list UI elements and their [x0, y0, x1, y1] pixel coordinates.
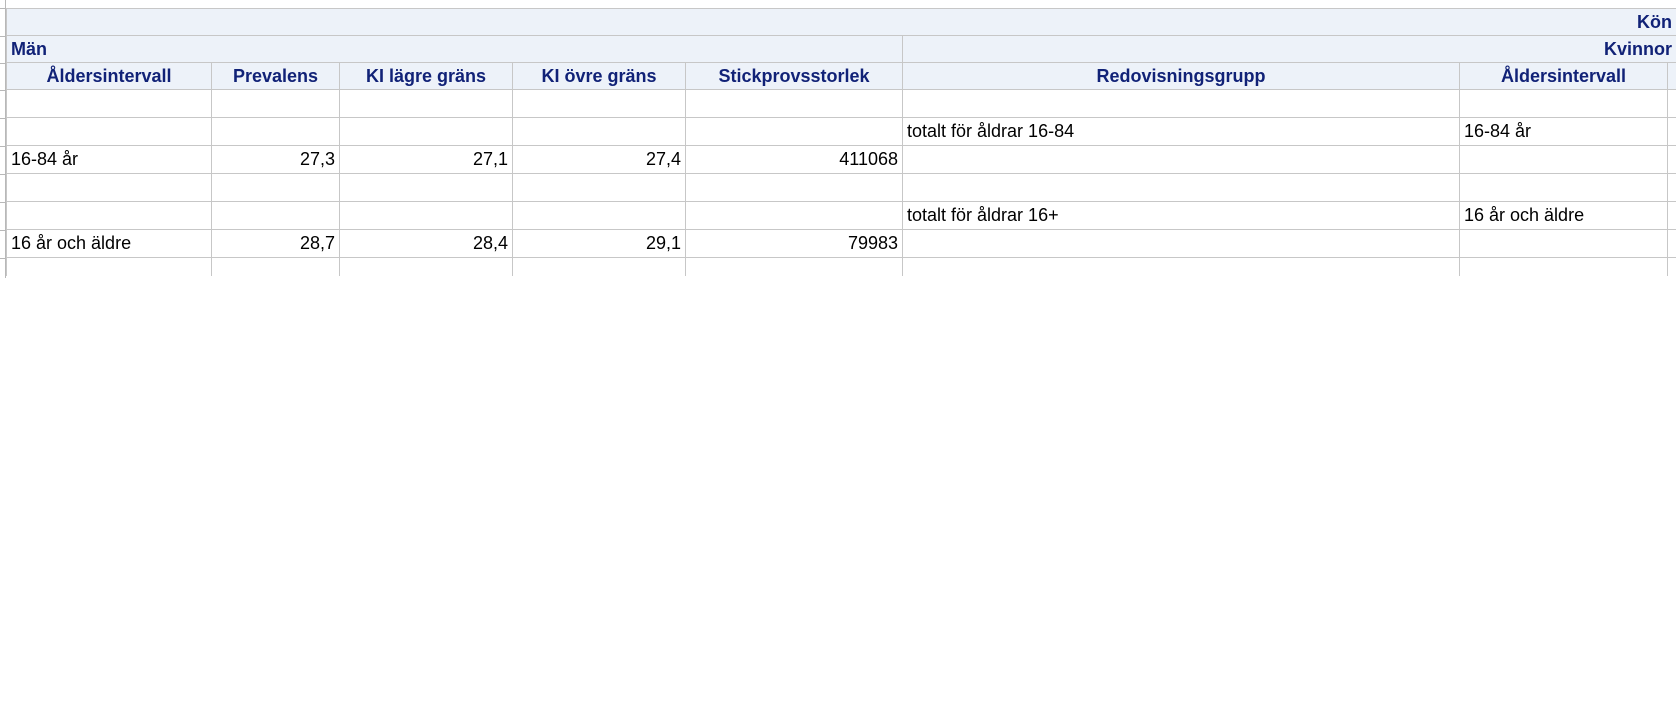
- column-header-overflow: [1667, 62, 1676, 90]
- gutter-tick: [0, 90, 5, 91]
- table-cell[interactable]: [1667, 173, 1676, 202]
- gutter-tick: [0, 146, 5, 147]
- table-cell[interactable]: [685, 89, 903, 118]
- table-cell[interactable]: [685, 117, 903, 146]
- header-row-kon: Kön: [6, 8, 1676, 36]
- table-cell[interactable]: [339, 117, 513, 146]
- table-cell[interactable]: [1459, 173, 1668, 202]
- table-cell[interactable]: [685, 173, 903, 202]
- table-cell[interactable]: [902, 173, 1460, 202]
- table-row: 16 år och äldre 28,7 28,4 29,1 79983: [6, 229, 1676, 258]
- table-cell[interactable]: [1667, 89, 1676, 118]
- table-cell[interactable]: [211, 201, 340, 230]
- table-cell[interactable]: [512, 173, 686, 202]
- table-cell[interactable]: [6, 117, 212, 146]
- gutter-tick: [0, 258, 5, 259]
- table-cell[interactable]: [512, 257, 686, 276]
- gutter-tick: [0, 174, 5, 175]
- table-cell[interactable]: [211, 173, 340, 202]
- gutter-tick: [0, 230, 5, 231]
- table-row: [6, 89, 1676, 118]
- table-cell[interactable]: [6, 201, 212, 230]
- gutter-tick: [0, 202, 5, 203]
- results-table: Kön Män Kvinnor Åldersintervall Prevalen…: [6, 8, 1676, 276]
- table-cell[interactable]: 16 år och äldre: [1459, 201, 1668, 230]
- table-row: [6, 257, 1676, 276]
- table-cell[interactable]: 27,4: [512, 145, 686, 174]
- table-cell[interactable]: [902, 145, 1460, 174]
- table-cell[interactable]: 28,7: [211, 229, 340, 258]
- table-cell[interactable]: [339, 173, 513, 202]
- table-cell[interactable]: [1667, 117, 1676, 146]
- table-cell[interactable]: [902, 229, 1460, 258]
- table-cell[interactable]: [339, 257, 513, 276]
- table-cell[interactable]: [685, 201, 903, 230]
- header-row-groups: Män Kvinnor: [6, 35, 1676, 63]
- table-cell[interactable]: 16-84 år: [1459, 117, 1668, 146]
- column-header[interactable]: KI övre gräns: [512, 62, 686, 90]
- table-cell[interactable]: 411068: [685, 145, 903, 174]
- column-header[interactable]: Redovisningsgrupp: [902, 62, 1460, 90]
- table-cell[interactable]: [512, 201, 686, 230]
- table-cell[interactable]: 27,3: [211, 145, 340, 174]
- group-header-women: Kvinnor: [902, 35, 1676, 63]
- table-cell[interactable]: 27,1: [339, 145, 513, 174]
- table-cell[interactable]: [512, 89, 686, 118]
- header-row-columns: Åldersintervall Prevalens KI lägre gräns…: [6, 62, 1676, 90]
- table-cell[interactable]: totalt för åldrar 16+: [902, 201, 1460, 230]
- column-header[interactable]: Åldersintervall: [1459, 62, 1668, 90]
- table-cell[interactable]: [6, 257, 212, 276]
- table-cell[interactable]: [339, 201, 513, 230]
- table-row: totalt för åldrar 16+ 16 år och äldre: [6, 201, 1676, 230]
- table-cell[interactable]: 29,1: [512, 229, 686, 258]
- table-cell[interactable]: [1667, 145, 1676, 174]
- table-cell[interactable]: 79983: [685, 229, 903, 258]
- table-cell[interactable]: [6, 173, 212, 202]
- table-cell[interactable]: 28,4: [339, 229, 513, 258]
- table-cell[interactable]: [1667, 257, 1676, 276]
- gutter-tick: [0, 36, 5, 37]
- table-cell[interactable]: totalt för åldrar 16-84: [902, 117, 1460, 146]
- table-row: totalt för åldrar 16-84 16-84 år: [6, 117, 1676, 146]
- table-cell[interactable]: [1459, 257, 1668, 276]
- table-cell[interactable]: [1667, 229, 1676, 258]
- gutter-tick: [0, 63, 5, 64]
- table-cell[interactable]: [685, 257, 903, 276]
- table-cell[interactable]: [902, 89, 1460, 118]
- gutter-tick: [0, 8, 5, 9]
- spreadsheet-view: Kön Män Kvinnor Åldersintervall Prevalen…: [0, 0, 1676, 720]
- table-cell[interactable]: [211, 117, 340, 146]
- column-header[interactable]: Prevalens: [211, 62, 340, 90]
- column-header[interactable]: Stickprovsstorlek: [685, 62, 903, 90]
- table-cell[interactable]: [211, 257, 340, 276]
- table-cell[interactable]: 16-84 år: [6, 145, 212, 174]
- table-cell[interactable]: [339, 89, 513, 118]
- column-header[interactable]: Åldersintervall: [6, 62, 212, 90]
- table-row: 16-84 år 27,3 27,1 27,4 411068: [6, 145, 1676, 174]
- table-cell[interactable]: [1459, 229, 1668, 258]
- table-cell[interactable]: [512, 117, 686, 146]
- table-cell[interactable]: [211, 89, 340, 118]
- table-cell[interactable]: [1667, 201, 1676, 230]
- gutter-tick: [0, 118, 5, 119]
- table-cell[interactable]: [6, 89, 212, 118]
- table-cell[interactable]: [1459, 145, 1668, 174]
- table-cell[interactable]: 16 år och äldre: [6, 229, 212, 258]
- table-cell[interactable]: [902, 257, 1460, 276]
- group-header-men: Män: [6, 35, 903, 63]
- table-row: [6, 173, 1676, 202]
- top-header-kon: Kön: [6, 8, 1676, 36]
- column-header[interactable]: KI lägre gräns: [339, 62, 513, 90]
- table-cell[interactable]: [1459, 89, 1668, 118]
